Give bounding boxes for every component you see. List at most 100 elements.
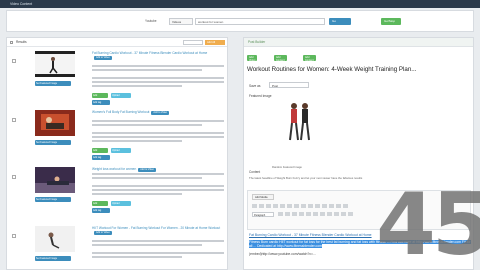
bold-icon[interactable] xyxy=(252,204,257,208)
paragraph-select[interactable]: Paragraph xyxy=(252,212,274,217)
result-row: Set Featured Image Women's Full Body Fat… xyxy=(7,108,227,166)
strikethrough-icon[interactable] xyxy=(266,204,271,208)
result-row: Set Featured Image Weight loss workout f… xyxy=(7,165,227,223)
upload-button[interactable]: Upload xyxy=(111,93,131,98)
video-title[interactable]: Women's Full Body Fat Burning Workout Add… xyxy=(92,110,224,115)
upload-button[interactable]: Upload xyxy=(111,148,131,153)
add-to-video-button[interactable]: Add to Video xyxy=(138,168,156,172)
video-meta-line xyxy=(92,173,224,175)
numbered-list-icon[interactable] xyxy=(280,204,285,208)
tab-add-video-list[interactable]: Add Video List xyxy=(247,55,258,65)
fullscreen-icon[interactable] xyxy=(336,204,341,208)
results-panel: Results Add All Set Featured Image Fat B… xyxy=(6,37,228,270)
video-thumbnail[interactable] xyxy=(35,110,75,136)
tab-add-content-split[interactable]: Add Content Split xyxy=(303,55,316,65)
select-all-checkbox[interactable] xyxy=(10,41,13,44)
results-filter-select[interactable] xyxy=(183,40,203,45)
content-label: Content xyxy=(249,170,261,174)
video-description-line xyxy=(92,81,224,83)
post-title-input[interactable]: Workout Routines for Women: 4-Week Weigh… xyxy=(247,66,471,73)
indent-icon[interactable] xyxy=(327,212,332,216)
redo-icon[interactable] xyxy=(341,212,346,216)
video-meta-line xyxy=(92,124,202,126)
align-left-icon[interactable] xyxy=(294,204,299,208)
video-title[interactable]: Fat Burning Cardio Workout - 37 Minute F… xyxy=(92,51,224,60)
add-tag-button[interactable]: Add tag xyxy=(92,100,110,105)
video-description-line xyxy=(92,132,224,134)
quote-icon[interactable] xyxy=(287,204,292,208)
video-meta-line xyxy=(92,244,202,246)
search-panel: Youtube Videos workout for women Go Go/S… xyxy=(6,10,474,32)
featured-image[interactable] xyxy=(286,94,312,158)
video-meta-line xyxy=(92,120,224,122)
paste-text-icon[interactable] xyxy=(299,212,304,216)
clear-format-icon[interactable] xyxy=(306,212,311,216)
align-center-icon[interactable] xyxy=(301,204,306,208)
video-meta-line xyxy=(92,65,224,67)
go-stop-button[interactable]: Go/Stop xyxy=(381,18,401,25)
video-title[interactable]: Weight loss workout for women Add to Vide… xyxy=(92,167,224,172)
add-button[interactable]: Add xyxy=(92,93,108,98)
add-to-video-button[interactable]: Add to Video xyxy=(94,56,112,60)
add-tag-button[interactable]: Add tag xyxy=(92,155,110,160)
add-media-button[interactable]: Add Media xyxy=(252,194,274,200)
save-as-label: Save as xyxy=(249,84,261,88)
featured-image-caption: Random Featured Image xyxy=(272,166,302,169)
justify-icon[interactable] xyxy=(285,212,290,216)
content-description: The latest headline of Weight Burn Fuzzy… xyxy=(249,176,363,180)
unlink-icon[interactable] xyxy=(322,204,327,208)
row-checkbox[interactable] xyxy=(12,234,16,238)
add-to-video-button[interactable]: Add to Video xyxy=(94,231,112,235)
tab-add-content-box[interactable]: Add Content Box xyxy=(274,55,287,65)
page-title: Video Content xyxy=(10,2,33,6)
video-thumbnail[interactable] xyxy=(35,51,75,77)
video-meta-line xyxy=(92,177,202,179)
add-all-button[interactable]: Add All xyxy=(205,40,225,45)
set-featured-button[interactable]: Set Featured Image xyxy=(35,197,71,202)
add-button[interactable]: Add xyxy=(92,148,108,153)
set-featured-button[interactable]: Set Featured Image xyxy=(35,140,71,145)
row-checkbox[interactable] xyxy=(12,59,16,63)
video-thumbnail[interactable] xyxy=(35,167,75,193)
post-builder-header: Post Builder xyxy=(244,38,473,47)
result-row: Set Featured Image Fat Burning Cardio Wo… xyxy=(7,49,227,107)
link-icon[interactable] xyxy=(315,204,320,208)
video-description-line xyxy=(92,252,224,254)
video-description-line xyxy=(92,77,224,79)
video-description-line xyxy=(92,189,224,191)
video-description-line xyxy=(92,136,224,138)
outdent-icon[interactable] xyxy=(320,212,325,216)
video-title[interactable]: HIIT Workout For Women - Fat Burning Wor… xyxy=(92,226,224,235)
search-button[interactable]: Go xyxy=(329,18,351,25)
video-meta-line xyxy=(92,69,202,71)
underline-icon[interactable] xyxy=(278,212,283,216)
bullet-list-icon[interactable] xyxy=(273,204,278,208)
add-tag-button[interactable]: Add tag xyxy=(92,208,110,213)
set-featured-button[interactable]: Set Featured Image xyxy=(35,81,71,86)
row-checkbox[interactable] xyxy=(12,118,16,122)
add-to-video-button[interactable]: Add to Video xyxy=(151,111,170,115)
more-icon[interactable] xyxy=(329,204,334,208)
text-color-icon[interactable] xyxy=(292,212,297,216)
set-featured-button[interactable]: Set Featured Image xyxy=(35,256,71,261)
italic-icon[interactable] xyxy=(259,204,264,208)
type-select[interactable]: Videos xyxy=(169,18,193,25)
video-thumbnail[interactable] xyxy=(35,226,75,252)
align-right-icon[interactable] xyxy=(308,204,313,208)
save-as-select[interactable]: Post xyxy=(269,82,309,88)
video-description-line xyxy=(92,193,182,195)
row-checkbox[interactable] xyxy=(12,175,16,179)
result-row: Set Featured Image HIIT Workout For Wome… xyxy=(7,224,227,269)
add-button[interactable]: Add xyxy=(92,201,108,206)
video-description-line xyxy=(92,140,182,142)
special-char-icon[interactable] xyxy=(313,212,318,216)
search-input[interactable]: workout for women xyxy=(195,18,325,25)
help-icon[interactable] xyxy=(348,212,353,216)
toolbar-toggle-icon[interactable] xyxy=(343,204,348,208)
results-label: Results xyxy=(16,40,27,44)
results-header: Results Add All xyxy=(7,38,227,47)
undo-icon[interactable] xyxy=(334,212,339,216)
upload-button[interactable]: Upload xyxy=(111,201,131,206)
video-description-line xyxy=(92,256,182,258)
featured-image-label: Featured Image xyxy=(249,94,272,98)
